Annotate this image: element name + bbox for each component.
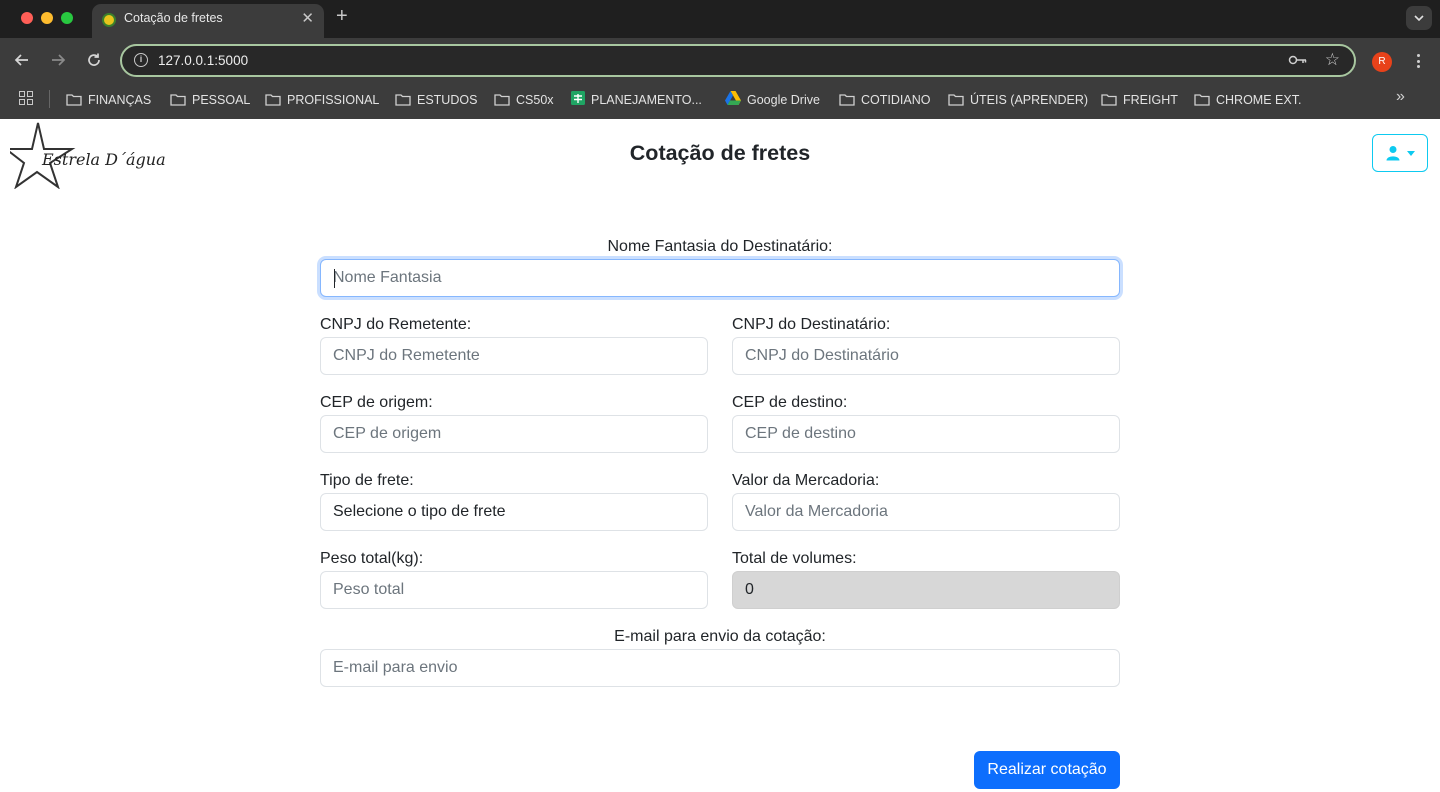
google-drive-icon [725,90,741,110]
bookmark-financas[interactable]: FINANÇAS [66,90,151,110]
page-title: Cotação de fretes [629,141,811,165]
cnpj-destinatario-placeholder: CNPJ do Destinatário [745,347,899,364]
forward-button[interactable] [48,50,68,70]
folder-icon [66,94,82,106]
bookmark-pessoal[interactable]: PESSOAL [170,90,250,110]
browser-toolbar: i 127.0.0.1:5000 ☆ R [0,38,1440,82]
arrow-left-icon [14,54,28,66]
bookmark-label: COTIDIANO [861,93,931,107]
tipo-frete-selected: Selecione o tipo de frete [333,503,506,520]
bookmark-cs50x[interactable]: CS50x [494,90,554,110]
cep-destino-placeholder: CEP de destino [745,425,856,442]
bookmark-freight[interactable]: FREIGHT [1101,90,1178,110]
caret-down-icon [1407,150,1415,156]
realizar-cotacao-button[interactable]: Realizar cotação [974,751,1120,789]
address-url: 127.0.0.1:5000 [158,53,249,68]
total-volumes-input: 0 [732,571,1120,609]
reload-button[interactable] [84,50,104,70]
site-info-icon[interactable]: i [134,53,148,67]
bookmarks-overflow-icon[interactable]: » [1396,88,1405,106]
browser-tab[interactable]: Cotação de fretes ✕ [92,4,324,38]
valor-mercadoria-label: Valor da Mercadoria: [732,472,880,489]
cnpj-destinatario-label: CNPJ do Destinatário: [732,316,891,333]
bookmark-label: ÚTEIS (APRENDER) [970,93,1089,107]
bookmark-star-icon[interactable]: ☆ [1325,50,1340,70]
bookmark-label: ESTUDOS [417,93,478,107]
bookmark-label: FREIGHT [1123,93,1178,107]
new-tab-button[interactable]: + [336,5,348,28]
bookmark-label: PLANEJAMENTO... [591,93,702,107]
nome-fantasia-placeholder: Nome Fantasia [333,269,442,286]
window-maximize-button[interactable] [61,12,73,24]
tab-close-icon[interactable]: ✕ [301,9,314,27]
cep-destino-input[interactable]: CEP de destino [732,415,1120,453]
reload-icon [88,53,100,66]
folder-icon [265,94,281,106]
arrow-right-icon [52,54,66,66]
text-caret [334,269,335,288]
peso-total-placeholder: Peso total [333,581,405,598]
password-key-icon[interactable] [1288,52,1308,73]
valor-mercadoria-input[interactable]: Valor da Mercadoria [732,493,1120,531]
apps-grid-icon[interactable] [19,91,33,105]
cnpj-destinatario-input[interactable]: CNPJ do Destinatário [732,337,1120,375]
bookmark-estudos[interactable]: ESTUDOS [395,90,477,110]
tipo-frete-label: Tipo de frete: [320,472,414,489]
folder-icon [1101,94,1117,106]
favicon-icon [102,13,116,27]
email-placeholder: E-mail para envio [333,659,458,676]
cep-origem-placeholder: CEP de origem [333,425,442,442]
profile-avatar[interactable]: R [1372,52,1392,72]
email-label: E-mail para envio da cotação: [614,628,826,645]
page-content: Estrela D´água Cotação de fretes Nome Fa… [0,119,1440,792]
folder-icon [395,94,411,106]
back-button[interactable] [12,50,32,70]
bookmarks-bar: FINANÇAS PESSOAL PROFISSIONAL ESTUDOS CS… [0,82,1440,119]
bookmark-label: CHROME EXT. [1216,93,1302,107]
peso-total-input[interactable]: Peso total [320,571,708,609]
bookmark-label: PESSOAL [192,93,251,107]
tab-search-button[interactable] [1406,6,1432,30]
total-volumes-label: Total de volumes: [732,550,857,567]
peso-total-label: Peso total(kg): [320,550,424,567]
bookmark-label: CS50x [516,93,554,107]
window-close-button[interactable] [21,12,33,24]
bookmark-label: FINANÇAS [88,93,152,107]
folder-icon [1194,94,1210,106]
cnpj-remetente-label: CNPJ do Remetente: [320,316,472,333]
valor-mercadoria-placeholder: Valor da Mercadoria [745,503,888,520]
bookmark-cotidiano[interactable]: COTIDIANO [839,90,930,110]
email-input[interactable]: E-mail para envio [320,649,1120,687]
folder-icon [839,94,855,106]
bookmark-planejamento[interactable]: PLANEJAMENTO... [571,90,702,110]
cnpj-remetente-input[interactable]: CNPJ do Remetente [320,337,708,375]
user-menu-button[interactable] [1372,134,1428,172]
folder-icon [494,94,510,106]
total-volumes-value: 0 [745,581,754,598]
nome-fantasia-input[interactable]: Nome Fantasia [320,259,1120,297]
tipo-frete-select[interactable]: Selecione o tipo de frete [320,493,708,531]
chevron-down-icon [1414,15,1424,21]
tab-title: Cotação de fretes [124,11,223,25]
bookmark-uteis[interactable]: ÚTEIS (APRENDER) [948,90,1088,110]
address-bar[interactable]: i 127.0.0.1:5000 ☆ [120,44,1356,77]
folder-icon [948,94,964,106]
bookmark-label: PROFISSIONAL [287,93,380,107]
bookmark-profissional[interactable]: PROFISSIONAL [265,90,379,110]
cep-destino-label: CEP de destino: [732,394,848,411]
cnpj-remetente-placeholder: CNPJ do Remetente [333,347,480,364]
bookmarks-divider [49,90,50,108]
folder-icon [170,94,186,106]
cep-origem-input[interactable]: CEP de origem [320,415,708,453]
bookmark-google-drive[interactable]: Google Drive [725,90,820,110]
nome-fantasia-label: Nome Fantasia do Destinatário: [607,238,833,255]
window-minimize-button[interactable] [41,12,53,24]
bookmark-chrome-ext[interactable]: CHROME EXT. [1194,90,1301,110]
browser-tab-bar: Cotação de fretes ✕ + [0,0,1440,38]
user-icon [1386,146,1400,161]
bookmark-label: Google Drive [747,93,820,107]
sheets-icon [571,90,585,110]
cep-origem-label: CEP de origem: [320,394,433,411]
browser-menu-icon[interactable] [1408,51,1428,71]
